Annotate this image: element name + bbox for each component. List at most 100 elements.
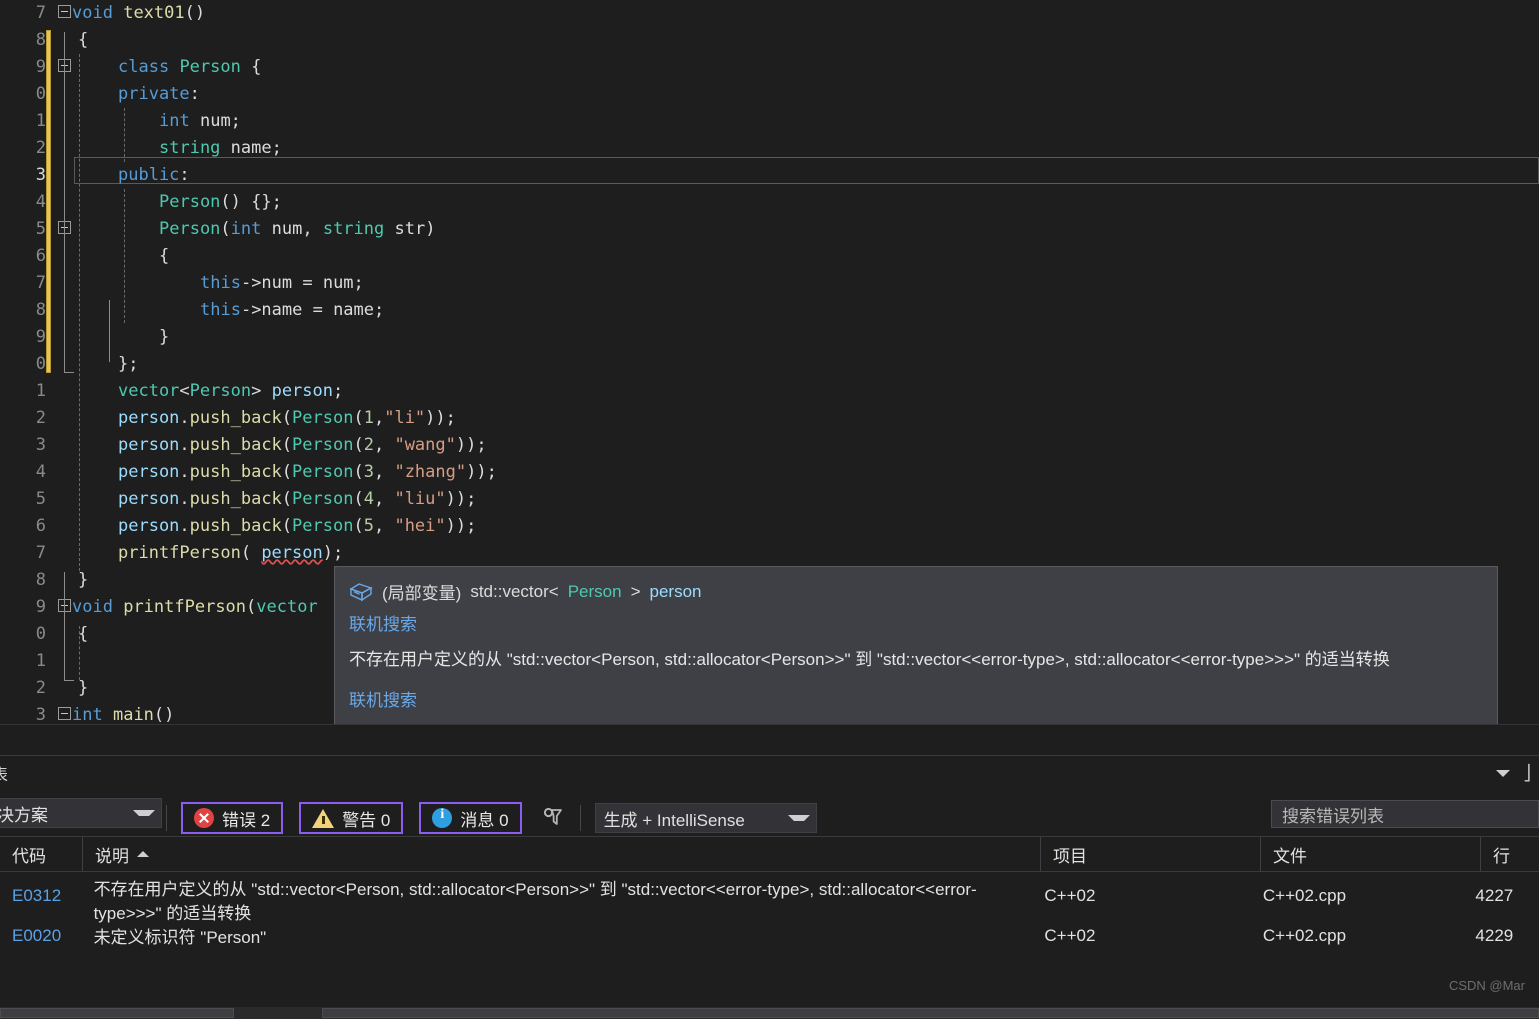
online-search-link-top[interactable]: 联机搜索 — [349, 610, 1483, 635]
column-header-description-label: 说明 — [95, 842, 129, 867]
line-text: person.push_back(Person(1,"li")); — [118, 405, 456, 432]
code-line[interactable]: 4 person.push_back(Person(3, "zhang")); — [26, 459, 1539, 486]
search-error-list-input[interactable]: 搜索错误列表 — [1271, 800, 1539, 828]
sort-ascending-icon — [137, 851, 149, 857]
code-line[interactable]: 1 int num; — [26, 108, 1539, 135]
code-line[interactable]: 7 this->num = num; — [26, 270, 1539, 297]
scope-dropdown-value: 决方案 — [0, 801, 48, 826]
error-squiggle: person — [261, 543, 322, 563]
tooltip-signature: (局部变量) std::vector<Person> person — [349, 579, 1483, 604]
horizontal-scrollbar[interactable] — [0, 1007, 1539, 1019]
column-header-code-label: 代码 — [12, 842, 46, 867]
line-number: 4 — [0, 189, 46, 216]
online-search-link-bottom[interactable]: 联机搜索 — [349, 686, 1483, 711]
error-list-rows: E0312 不存在用户定义的从 "std::vector<Person, std… — [0, 870, 1539, 958]
error-list-header: 代码 说明 项目 文件 行 — [0, 836, 1539, 872]
row-file: C++02.cpp — [1251, 918, 1470, 954]
code-line[interactable]: 7 void text01() — [26, 0, 1539, 27]
build-filter-value: 生成 + IntelliSense — [604, 806, 745, 831]
column-header-code[interactable]: 代码 — [0, 837, 82, 871]
code-line[interactable]: 6 { — [26, 243, 1539, 270]
line-text: private: — [118, 81, 200, 108]
line-number: 3 — [0, 702, 46, 725]
line-number: 9 — [0, 54, 46, 81]
code-line[interactable]: 4 Person() {}; — [26, 189, 1539, 216]
line-number: 7 — [0, 540, 46, 567]
pin-icon[interactable]: ⎦ — [1524, 764, 1532, 782]
scrollbar-thumb[interactable] — [322, 1008, 1539, 1018]
build-filter-dropdown[interactable]: 生成 + IntelliSense — [595, 803, 817, 833]
line-number: 6 — [0, 513, 46, 540]
code-line[interactable]: 9 class Person { — [26, 54, 1539, 81]
code-line[interactable]: 6 person.push_back(Person(5, "hei")); — [26, 513, 1539, 540]
code-line[interactable]: 0 private: — [26, 81, 1539, 108]
line-number: 8 — [0, 27, 46, 54]
column-header-file[interactable]: 文件 — [1260, 837, 1480, 871]
line-text: Person() {}; — [159, 189, 282, 216]
tooltip-type-prefix: std::vector< — [470, 582, 558, 602]
code-line[interactable]: 5 Person(int num, string str) — [26, 216, 1539, 243]
code-line[interactable]: 1 vector<Person> person; — [26, 378, 1539, 405]
search-placeholder: 搜索错误列表 — [1282, 802, 1384, 827]
errors-toggle[interactable]: 错误 2 — [181, 802, 283, 834]
table-row[interactable]: E0312 不存在用户定义的从 "std::vector<Person, std… — [0, 870, 1539, 918]
code-editor[interactable]: 7 void text01() 8 { 9 class Person { 0 p… — [0, 0, 1539, 725]
tooltip-symbol: person — [650, 582, 702, 602]
code-line[interactable]: 0 }; — [26, 351, 1539, 378]
code-line[interactable]: 2 person.push_back(Person(1,"li")); — [26, 405, 1539, 432]
line-text: } — [78, 675, 88, 702]
variable-box-icon — [349, 582, 373, 602]
messages-toggle[interactable]: 消息 0 — [419, 802, 521, 834]
error-icon — [194, 808, 214, 828]
tooltip-kind: (局部变量) — [382, 579, 461, 604]
info-icon — [432, 808, 452, 828]
column-header-project[interactable]: 项目 — [1040, 837, 1260, 871]
line-number: 9 — [0, 594, 46, 621]
line-number: 1 — [0, 108, 46, 135]
line-text: } — [159, 324, 169, 351]
code-line[interactable]: 5 person.push_back(Person(4, "liu")); — [26, 486, 1539, 513]
scope-dropdown[interactable]: 决方案 — [0, 798, 162, 828]
column-header-line[interactable]: 行 — [1480, 837, 1539, 871]
tooltip-error-message: 不存在用户定义的从 "std::vector<Person, std::allo… — [349, 647, 1483, 672]
filter-funnel-icon[interactable] — [540, 805, 566, 831]
line-number: 0 — [0, 621, 46, 648]
code-line[interactable]: 8 { — [26, 27, 1539, 54]
scrollbar-thumb[interactable] — [0, 1008, 234, 1018]
column-header-project-label: 项目 — [1053, 842, 1087, 867]
column-header-file-label: 文件 — [1273, 842, 1307, 867]
toolbar-separator — [166, 805, 167, 831]
line-text: void text01() — [72, 0, 205, 27]
line-number: 2 — [0, 675, 46, 702]
code-line[interactable]: 3 person.push_back(Person(2, "wang")); — [26, 432, 1539, 459]
line-number: 4 — [0, 459, 46, 486]
error-list-panel: 表 ⎦ 决方案 错误 2 警告 0 — [0, 755, 1539, 1019]
line-text: { — [78, 621, 88, 648]
line-number: 3 — [0, 432, 46, 459]
row-file: C++02.cpp — [1251, 870, 1470, 914]
warnings-toggle[interactable]: 警告 0 — [299, 802, 403, 834]
line-text: public: — [118, 162, 190, 189]
row-code: E0312 — [0, 870, 82, 914]
quick-info-tooltip: (局部变量) std::vector<Person> person 联机搜索 不… — [334, 566, 1498, 725]
line-number: 0 — [0, 351, 46, 378]
chevron-down-icon — [788, 815, 810, 821]
code-line[interactable]: 9 } — [26, 324, 1539, 351]
row-description: 未定义标识符 "Person" — [82, 918, 1033, 958]
code-line[interactable]: 8 this->name = name; — [26, 297, 1539, 324]
chevron-down-icon[interactable] — [1496, 770, 1510, 777]
line-text: int num; — [159, 108, 241, 135]
errors-toggle-label: 错误 2 — [222, 806, 270, 831]
row-line: 4229 — [1469, 918, 1539, 954]
code-line[interactable]: 3 public: — [26, 162, 1539, 189]
line-text: } — [78, 567, 88, 594]
code-line[interactable]: 7 printfPerson( person); — [26, 540, 1539, 567]
row-project: C++02 — [1032, 918, 1251, 954]
row-line: 4227 — [1469, 870, 1539, 914]
line-text: printfPerson( person); — [118, 540, 343, 567]
table-row[interactable]: E0020 未定义标识符 "Person" C++02 C++02.cpp 42… — [0, 918, 1539, 958]
toolbar-separator — [580, 805, 581, 831]
line-number: 7 — [0, 270, 46, 297]
column-header-description[interactable]: 说明 — [82, 837, 1040, 871]
code-line[interactable]: 2 string name; — [26, 135, 1539, 162]
